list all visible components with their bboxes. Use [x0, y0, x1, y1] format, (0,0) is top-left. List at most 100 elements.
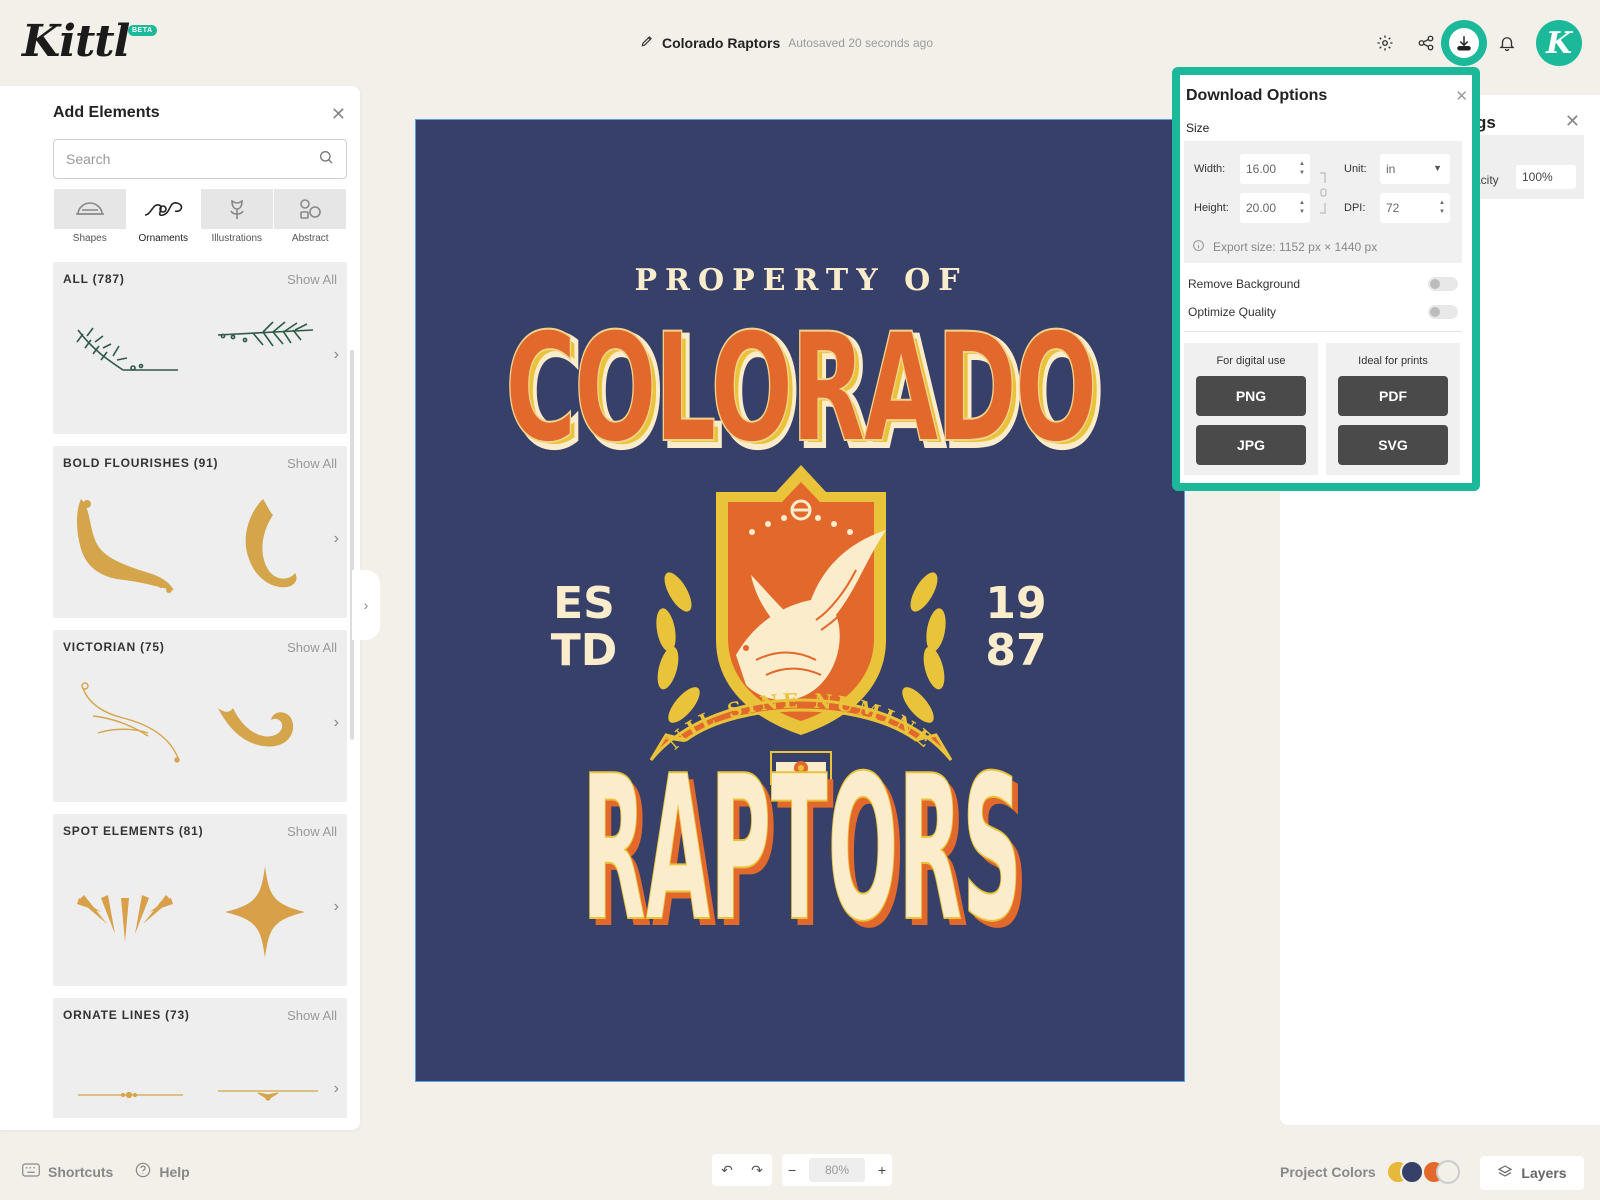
illustrations-icon	[200, 189, 273, 229]
shortcuts-link[interactable]: Shortcuts	[22, 1162, 113, 1181]
info-icon	[1192, 239, 1205, 255]
optimize-quality-row: Optimize Quality	[1188, 305, 1458, 319]
bottom-left-links: Shortcuts Help	[22, 1162, 190, 1181]
png-button[interactable]: PNG	[1196, 376, 1306, 416]
jpg-button[interactable]: JPG	[1196, 425, 1306, 465]
close-icon[interactable]: ✕	[1565, 111, 1580, 132]
height-input[interactable]	[1246, 201, 1292, 215]
width-input[interactable]	[1246, 162, 1292, 176]
optimize-quality-label: Optimize Quality	[1188, 305, 1277, 319]
tab-label: Ornaments	[138, 233, 188, 244]
link-aspect-icon[interactable]	[1318, 171, 1328, 220]
project-colors-label[interactable]: Project Colors	[1280, 1164, 1376, 1180]
tab-label: Illustrations	[211, 233, 263, 244]
tab-illustrations[interactable]: Illustrations	[200, 189, 274, 249]
stepper-icon[interactable]: ▲ ▼	[1299, 199, 1305, 217]
show-all-link[interactable]: Show All	[287, 1008, 337, 1023]
ornament-thumbnails[interactable]	[73, 1038, 323, 1148]
download-options-popover: Download Options ✕ Size Width: ▲▼ Height…	[1180, 75, 1472, 483]
tab-abstract[interactable]: Abstract	[274, 189, 348, 249]
dpi-field[interactable]: ▲▼	[1380, 193, 1450, 223]
chevron-right-icon[interactable]: ›	[334, 714, 339, 732]
section-title: VICTORIAN (75)	[63, 640, 165, 654]
zoom-in-icon[interactable]: +	[878, 1162, 886, 1178]
stepper-icon[interactable]: ▲ ▼	[1439, 199, 1445, 217]
user-avatar[interactable]: K	[1536, 20, 1582, 66]
optimize-quality-toggle[interactable]	[1428, 305, 1458, 319]
chevron-right-icon[interactable]: ›	[334, 346, 339, 364]
download-button[interactable]	[1441, 20, 1487, 66]
dpi-input[interactable]	[1386, 201, 1432, 215]
svg-button[interactable]: SVG	[1338, 425, 1448, 465]
zoom-out-icon[interactable]: −	[788, 1162, 796, 1178]
section-all: ALL (787) Show All ›	[53, 262, 347, 434]
design-canvas[interactable]: PROPERTY OF COLORADO COLORADO ES TD 19 8…	[415, 119, 1185, 1082]
section-title: BOLD FLOURISHES (91)	[63, 456, 219, 470]
remove-background-toggle[interactable]	[1428, 277, 1458, 291]
chevron-right-icon[interactable]: ›	[334, 1080, 339, 1098]
document-name[interactable]: Colorado Raptors	[662, 35, 780, 51]
show-all-link[interactable]: Show All	[287, 824, 337, 839]
gear-icon[interactable]	[1368, 26, 1402, 60]
close-icon[interactable]: ✕	[1455, 87, 1468, 105]
height-field[interactable]: ▲▼	[1240, 193, 1310, 223]
collapse-panel-tab[interactable]: ›	[352, 570, 380, 640]
section-title: ORNATE LINES (73)	[63, 1008, 190, 1022]
layers-icon	[1497, 1164, 1513, 1183]
beta-badge: BETA	[128, 25, 157, 36]
undo-icon[interactable]: ↶	[721, 1162, 733, 1179]
color-swatch[interactable]	[1436, 1160, 1460, 1184]
project-color-swatches[interactable]	[1386, 1160, 1462, 1186]
artwork[interactable]: PROPERTY OF COLORADO COLORADO ES TD 19 8…	[416, 120, 1186, 1083]
ornament-thumbnails[interactable]	[73, 678, 323, 788]
ornament-thumbnails[interactable]	[73, 310, 323, 420]
est-text-2: TD	[551, 625, 618, 676]
shortcuts-label: Shortcuts	[48, 1163, 114, 1180]
close-icon[interactable]: ✕	[331, 104, 346, 125]
section-victorian: VICTORIAN (75) Show All ›	[53, 630, 347, 802]
opacity-input[interactable]: 100%	[1516, 165, 1576, 189]
document-title-bar: Colorado Raptors Autosaved 20 seconds ag…	[640, 34, 933, 51]
chevron-down-icon[interactable]: ▼	[1433, 163, 1442, 173]
ornament-thumbnails[interactable]	[73, 862, 323, 972]
tab-shapes[interactable]: Shapes	[53, 189, 127, 249]
ornament-thumbnails[interactable]	[73, 494, 323, 604]
width-field[interactable]: ▲▼	[1240, 154, 1310, 184]
chevron-right-icon[interactable]: ›	[334, 898, 339, 916]
stepper-icon[interactable]: ▲ ▼	[1299, 160, 1305, 178]
kittl-logo[interactable]: Kittl	[22, 16, 130, 67]
unit-select[interactable]: in ▼	[1380, 154, 1450, 184]
remove-background-row: Remove Background	[1188, 277, 1458, 291]
show-all-link[interactable]: Show All	[287, 640, 337, 655]
color-swatch[interactable]	[1400, 1160, 1424, 1184]
redo-icon[interactable]: ↷	[751, 1162, 763, 1179]
show-all-link[interactable]: Show All	[287, 456, 337, 471]
panel-scrollbar[interactable]	[350, 350, 354, 740]
share-icon[interactable]	[1409, 26, 1443, 60]
show-all-link[interactable]: Show All	[287, 272, 337, 287]
help-link[interactable]: Help	[135, 1162, 190, 1181]
colorado-text: COLORADO	[505, 302, 1095, 476]
chevron-right-icon[interactable]: ›	[334, 530, 339, 548]
download-options-title: Download Options	[1186, 87, 1328, 104]
width-label: Width:	[1194, 163, 1226, 175]
layers-label: Layers	[1521, 1165, 1567, 1181]
pdf-button[interactable]: PDF	[1338, 376, 1448, 416]
tab-ornaments[interactable]: Ornaments	[127, 189, 201, 249]
remove-background-label: Remove Background	[1188, 277, 1301, 291]
bell-icon[interactable]	[1490, 26, 1524, 60]
property-of-text: PROPERTY OF	[634, 263, 967, 298]
shapes-icon	[53, 189, 126, 229]
ornament-sections: ALL (787) Show All › BOLD FLOURISHES (91…	[53, 262, 347, 1130]
zoom-level[interactable]: 80%	[809, 1158, 865, 1182]
search-icon[interactable]	[318, 149, 334, 170]
search-input[interactable]	[66, 151, 310, 167]
search-field[interactable]	[53, 139, 347, 179]
tab-label: Abstract	[291, 233, 329, 244]
download-options-highlight: Download Options ✕ Size Width: ▲▼ Height…	[1172, 67, 1480, 491]
layers-button[interactable]: Layers	[1480, 1156, 1584, 1190]
pencil-icon[interactable]	[640, 34, 654, 51]
divider	[1184, 331, 1462, 332]
raptors-text: RAPTORS	[582, 733, 1022, 966]
unit-label: Unit:	[1344, 163, 1367, 175]
